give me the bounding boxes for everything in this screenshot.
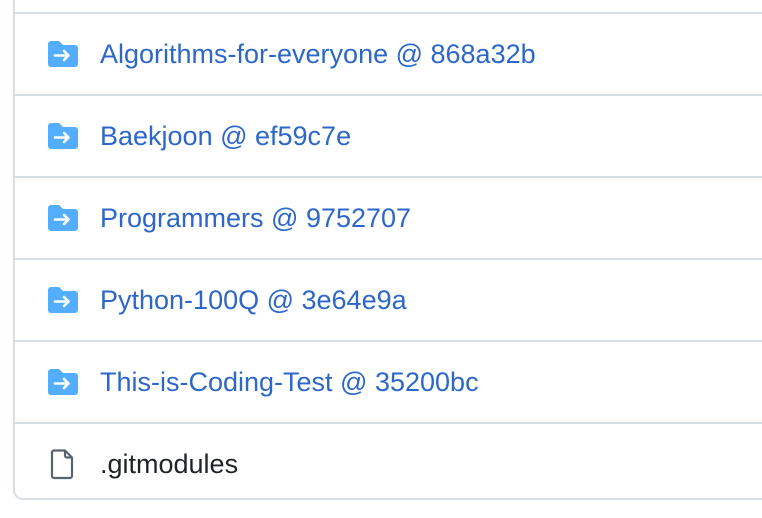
- submodule-link[interactable]: This-is-Coding-Test @ 35200bc: [100, 367, 479, 397]
- submodule-link[interactable]: Algorithms-for-everyone @ 868a32b: [100, 39, 536, 69]
- submodule-link[interactable]: Programmers @ 9752707: [100, 203, 411, 233]
- submodule-row[interactable]: Baekjoon @ ef59c7e: [15, 94, 762, 176]
- submodule-folder-icon: [46, 121, 80, 151]
- file-icon: [46, 449, 80, 480]
- submodule-link[interactable]: Python-100Q @ 3e64e9a: [100, 285, 407, 315]
- file-list: Algorithms-for-everyone @ 868a32b Baekjo…: [13, 0, 762, 500]
- file-link[interactable]: .gitmodules: [100, 449, 238, 479]
- submodule-folder-icon: [46, 203, 80, 233]
- file-row[interactable]: .gitmodules: [15, 422, 762, 498]
- submodule-folder-icon: [46, 367, 80, 397]
- submodule-row[interactable]: Algorithms-for-everyone @ 868a32b: [15, 12, 762, 94]
- submodule-folder-icon: [46, 285, 80, 315]
- submodule-row[interactable]: Python-100Q @ 3e64e9a: [15, 258, 762, 340]
- submodule-row[interactable]: This-is-Coding-Test @ 35200bc: [15, 340, 762, 422]
- submodule-row[interactable]: Programmers @ 9752707: [15, 176, 762, 258]
- submodule-folder-icon: [46, 39, 80, 69]
- submodule-link[interactable]: Baekjoon @ ef59c7e: [100, 121, 351, 151]
